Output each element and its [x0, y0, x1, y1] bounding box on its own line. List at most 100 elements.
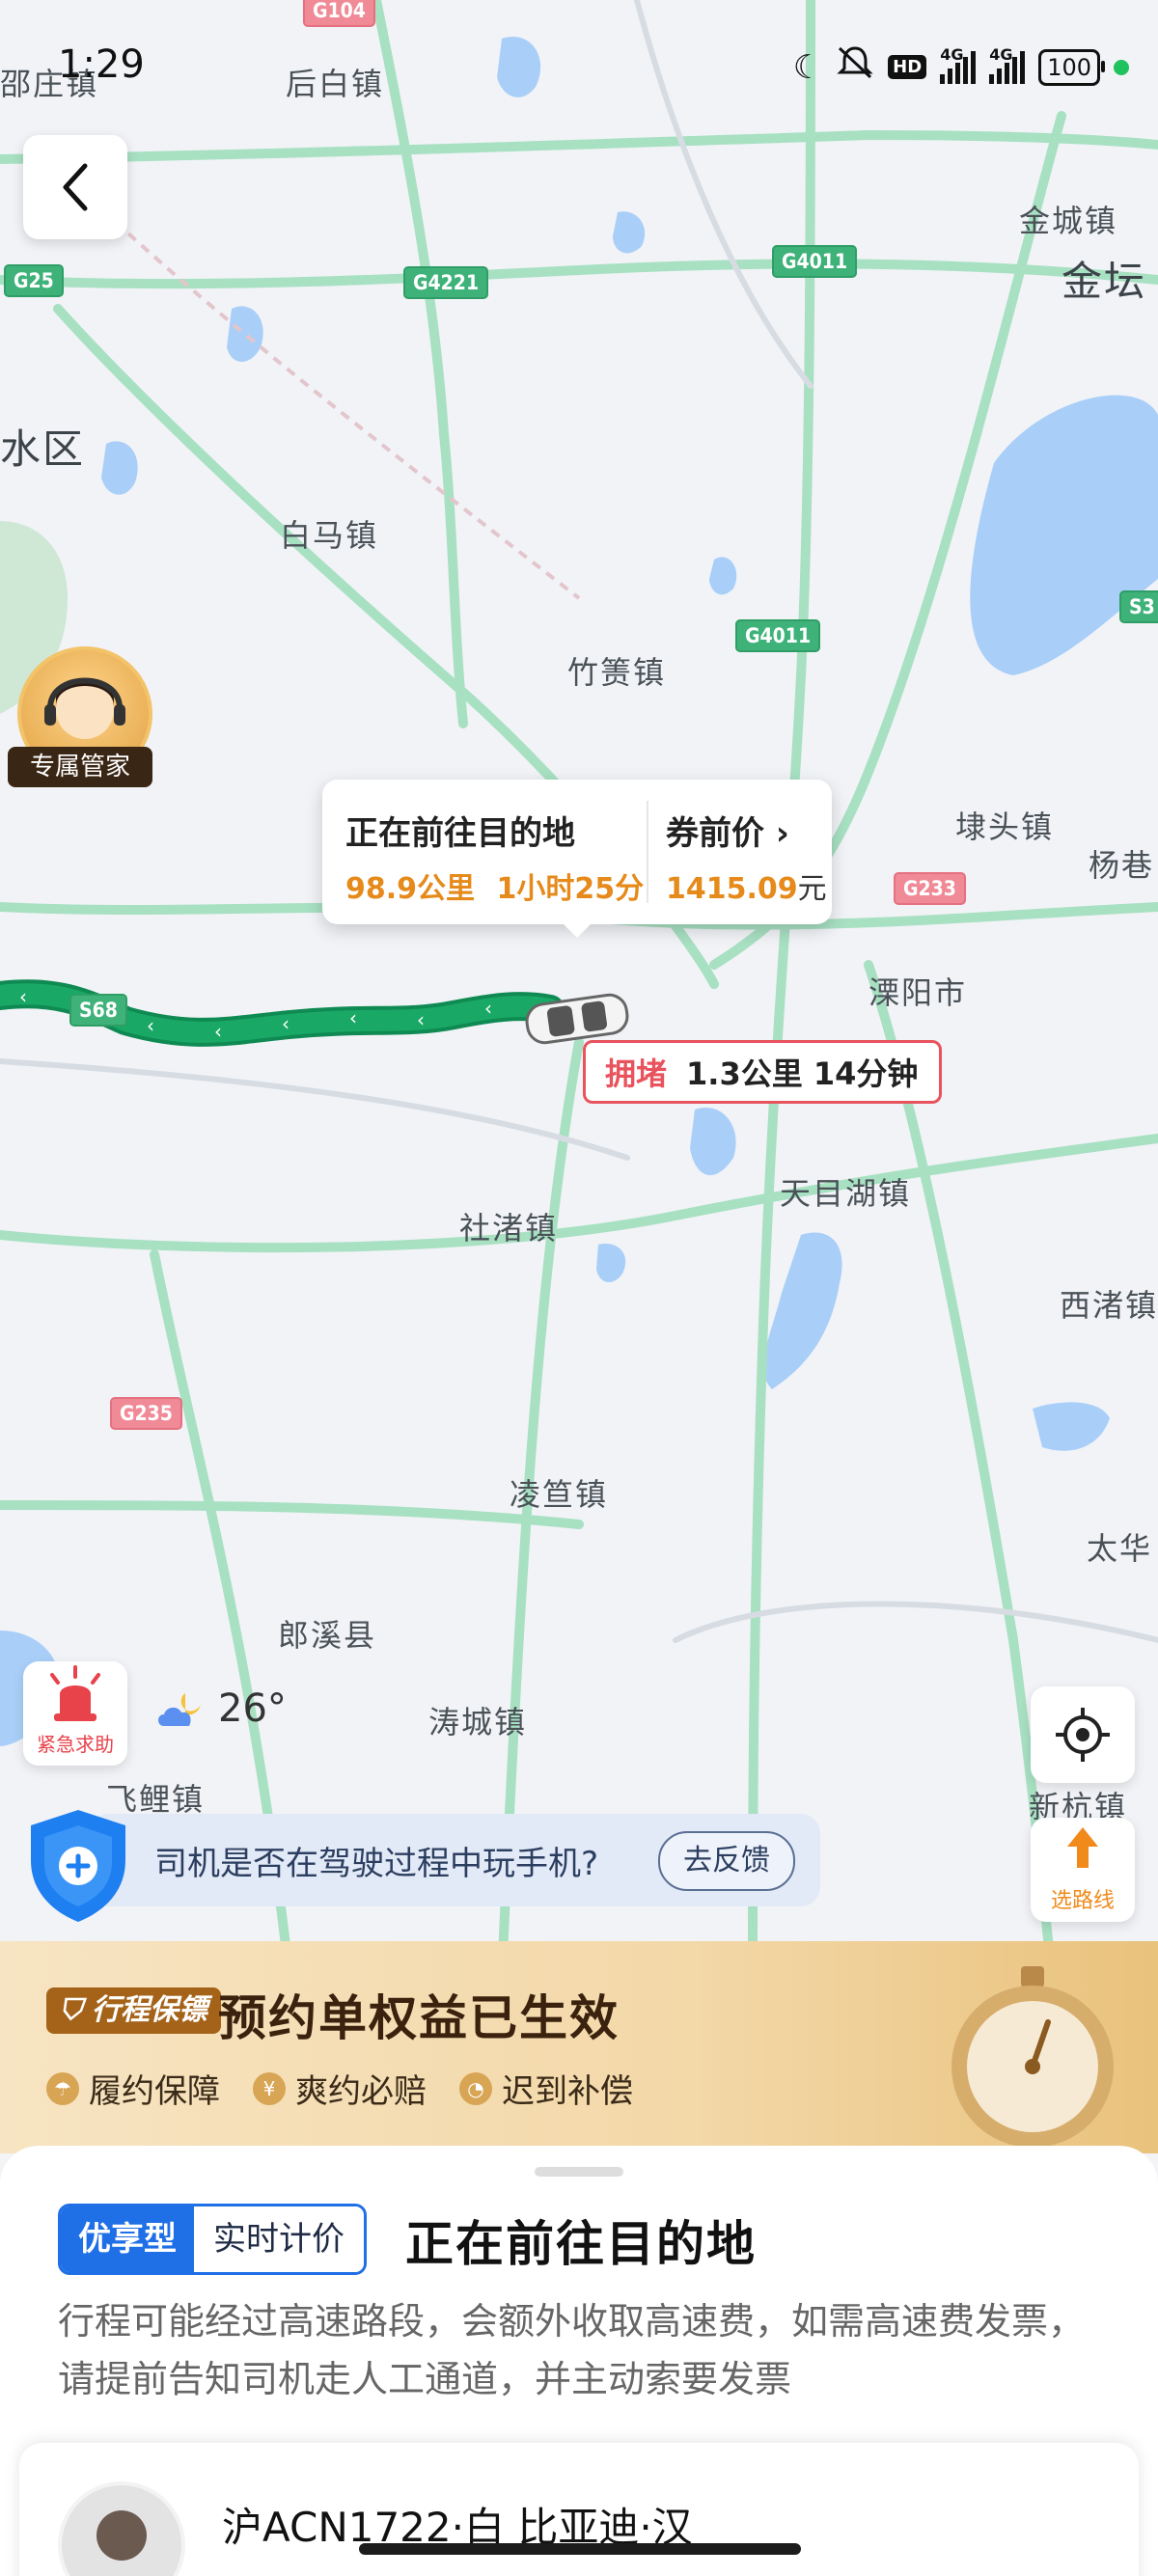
- trip-status-title: 正在前往目的地: [345, 814, 575, 853]
- chevron-right-icon: ›: [775, 814, 789, 853]
- stopwatch-icon: [951, 1966, 1114, 2148]
- shield-icon: ⛉: [60, 1993, 82, 2027]
- svg-text:‹: ‹: [349, 1006, 357, 1029]
- route-label: 选路线: [1050, 1889, 1115, 1913]
- place-label: 白马镇: [280, 517, 379, 554]
- bell-muted-icon: [836, 44, 874, 90]
- road-shield: G233: [894, 872, 966, 905]
- map-base: ‹ ‹ ‹ ‹ ‹ ‹ ‹: [0, 0, 1158, 1978]
- svg-text:‹: ‹: [214, 1020, 222, 1043]
- select-route-button[interactable]: 选路线: [1031, 1818, 1135, 1922]
- personal-butler-button[interactable]: 专属管家: [8, 646, 152, 791]
- place-label: 太华: [1087, 1530, 1153, 1567]
- signal-icon: 4G: [940, 45, 977, 84]
- place-label: 溧阳市: [868, 974, 968, 1011]
- back-button[interactable]: [23, 135, 127, 239]
- driver-card[interactable]: 沪ACN1722·白 比亚迪·汉: [19, 2443, 1139, 2576]
- trip-guard-badge: ⛉ 行程保镖: [46, 1987, 221, 2034]
- safety-shield-icon: [21, 1804, 135, 1926]
- driver-phone-feedback-banner: 司机是否在驾驶过程中玩手机? 去反馈: [21, 1804, 820, 1922]
- divider: [647, 801, 648, 903]
- drag-handle[interactable]: [535, 2167, 623, 2177]
- remaining-distance: 98.9公里: [345, 872, 476, 906]
- service-tag: 优享型 实时计价: [58, 2204, 367, 2275]
- trip-remaining: 98.9公里 1小时25分: [345, 864, 644, 907]
- guarantee-icon: ☂: [46, 2071, 79, 2105]
- road-shield: G4011: [772, 245, 858, 278]
- svg-text:‹: ‹: [147, 1014, 154, 1037]
- price-value: 1415.09元: [666, 864, 827, 907]
- place-label: 金城镇: [1019, 203, 1118, 239]
- road-shield: G4221: [403, 266, 489, 299]
- svg-text:‹: ‹: [19, 985, 27, 1008]
- congestion-detail: 1.3公里 14分钟: [686, 1055, 919, 1092]
- svg-text:‹: ‹: [417, 1008, 425, 1031]
- battery-icon: 100: [1038, 48, 1105, 86]
- locate-me-button[interactable]: [1031, 1686, 1135, 1783]
- feedback-question: 司机是否在驾驶过程中玩手机?: [154, 1845, 599, 1883]
- emergency-label: 紧急求助: [37, 1733, 114, 1756]
- badge-label: 行程保镖: [91, 1993, 207, 2027]
- remaining-duration: 1小时25分: [496, 872, 645, 906]
- status-icons: ☾ HD 4G 4G 100: [793, 44, 1129, 90]
- map-view[interactable]: ‹ ‹ ‹ ‹ ‹ ‹ ‹ 邵庄镇 后白镇 金城镇 金坛 水区 白马镇 竹箦镇 埭头镇 杨巷…: [0, 0, 1158, 1978]
- person-icon: [96, 2510, 147, 2561]
- emergency-help-button[interactable]: 紧急求助: [23, 1661, 127, 1766]
- status-time: 1:29: [58, 42, 145, 87]
- road-shield: G25: [4, 264, 64, 297]
- svg-text:‹: ‹: [282, 1012, 290, 1035]
- road-shield: G4011: [735, 619, 821, 652]
- place-label: 社渚镇: [459, 1210, 559, 1247]
- reservation-benefit-banner[interactable]: ⛉ 行程保镖 预约单权益已生效 ☂ 履约保障 ¥ 爽约必赔 ◔ 迟到补偿: [0, 1941, 1158, 2153]
- temperature: 26°: [218, 1686, 287, 1731]
- benefit-items: ☂ 履约保障 ¥ 爽约必赔 ◔ 迟到补偿: [46, 2065, 633, 2112]
- price-amount: 1415.09: [666, 872, 798, 906]
- place-label: 郎溪县: [278, 1617, 377, 1654]
- road-shield: S68: [69, 994, 127, 1027]
- status-bar: 1:29 ☾ HD 4G 4G 100: [0, 0, 1158, 135]
- service-type: 优享型: [61, 2206, 194, 2272]
- price-label: 券前价: [666, 814, 764, 853]
- crosshair-icon: [1056, 1708, 1110, 1762]
- weather-widget: 26°: [152, 1686, 287, 1731]
- butler-label: 专属管家: [8, 747, 152, 787]
- benefit-item: ¥ 爽约必赔: [253, 2065, 427, 2112]
- road-shield: G235: [110, 1397, 182, 1430]
- give-feedback-button[interactable]: 去反馈: [658, 1831, 795, 1891]
- place-label: 竹箦镇: [567, 654, 667, 691]
- home-indicator[interactable]: [359, 2543, 801, 2555]
- place-label: 天目湖镇: [780, 1175, 912, 1212]
- sheet-title: 正在前往目的地: [405, 2216, 757, 2272]
- place-label: 埭头镇: [955, 808, 1055, 845]
- hd-voice-icon: HD: [888, 55, 927, 79]
- benefit-item: ☂ 履约保障: [46, 2065, 220, 2112]
- signal-icon: 4G: [989, 45, 1026, 84]
- place-label: 金坛: [1062, 258, 1147, 305]
- chevron-left-icon: [63, 163, 88, 211]
- congestion-tag: 拥堵 1.3公里 14分钟: [583, 1040, 943, 1104]
- yen-coin-icon: ¥: [253, 2071, 286, 2105]
- place-label: 涛城镇: [428, 1704, 528, 1740]
- congestion-label: 拥堵: [605, 1055, 668, 1092]
- price-unit: 元: [797, 872, 827, 906]
- ride-tracking-screen: ‹ ‹ ‹ ‹ ‹ ‹ ‹ 邵庄镇 后白镇 金城镇 金坛 水区 白马镇 竹箦镇 埭头镇 杨巷…: [0, 0, 1158, 2576]
- price-detail-link[interactable]: 券前价 ›: [666, 807, 789, 854]
- svg-text:‹: ‹: [484, 997, 492, 1020]
- road-shield: S3: [1119, 590, 1158, 623]
- clock-coin-icon: ◔: [459, 2071, 492, 2105]
- place-label: 凌笪镇: [510, 1476, 609, 1513]
- turn-arrow-icon: [1067, 1827, 1098, 1868]
- benefit-title: 预约单权益已生效: [218, 1990, 620, 2046]
- driver-avatar: [58, 2481, 185, 2576]
- place-label: 杨巷: [1089, 847, 1155, 884]
- moon-icon: ☾: [792, 47, 823, 87]
- siren-icon: [50, 1665, 100, 1721]
- place-label: 西渚镇: [1060, 1287, 1158, 1324]
- privacy-dot-icon: [1114, 59, 1129, 75]
- trip-info-card[interactable]: 正在前往目的地 98.9公里 1小时25分 券前价 › 1415.09元: [322, 780, 832, 938]
- partly-cloudy-night-icon: [158, 1693, 201, 1726]
- benefit-item: ◔ 迟到补偿: [459, 2065, 633, 2112]
- toll-notice: 行程可能经过高速路段，会额外收取高速费，如需高速费发票，请提前告知司机走人工通道…: [58, 2300, 1086, 2400]
- trip-status-sheet[interactable]: 优享型 实时计价 正在前往目的地 行程可能经过高速路段，会额外收取高速费，如需高…: [0, 2146, 1158, 2576]
- place-label: 水区: [0, 425, 86, 473]
